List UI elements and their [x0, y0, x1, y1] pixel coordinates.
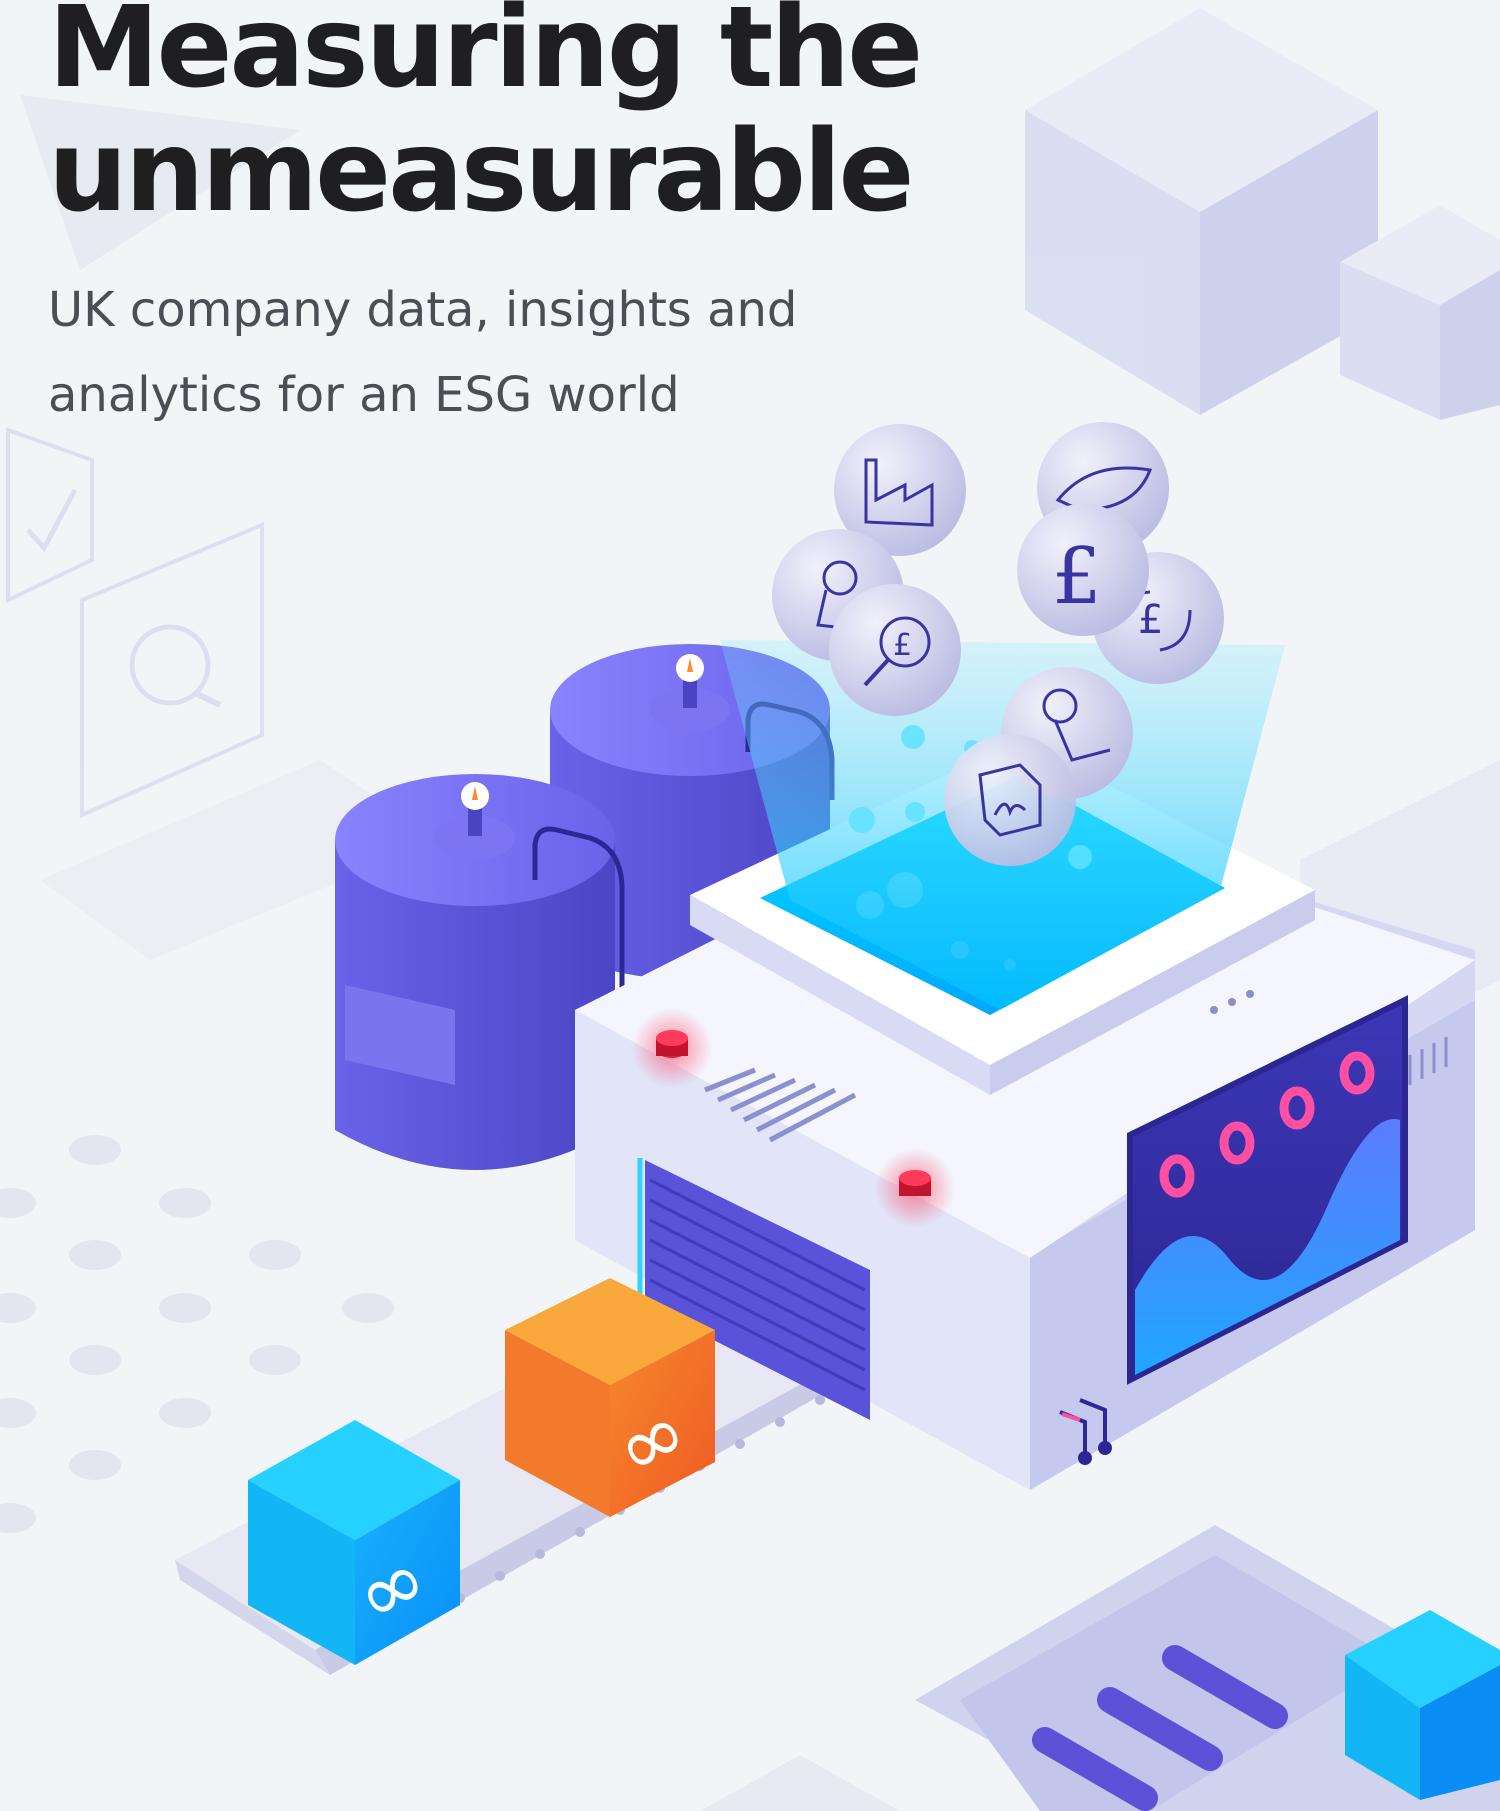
pound-sign-icon: £ — [1017, 504, 1149, 636]
hero-title-line-2: unmeasurable — [48, 107, 914, 237]
search-icon — [80, 522, 264, 819]
svg-text:£: £ — [1138, 597, 1163, 643]
signed-document-icon — [944, 734, 1076, 866]
hero-subtitle-line-1: UK company data, insights and — [48, 282, 798, 338]
background-cubes — [1025, 8, 1500, 420]
svg-text:£: £ — [1052, 532, 1102, 622]
hero-title-line-1: Measuring the — [48, 0, 923, 113]
pound-magnifier-icon: £ — [829, 584, 961, 716]
hero-title: Measuring the unmeasurable — [48, 0, 923, 237]
svg-text:£: £ — [893, 628, 912, 663]
hero-subtitle-line-2: analytics for an ESG world — [48, 367, 680, 423]
hero-page: £ £ £ ∞ ∞ Measuring the unmeasurable UK … — [0, 0, 1500, 1811]
checkbox-icon — [6, 427, 94, 604]
hero-subtitle: UK company data, insights and analytics … — [48, 268, 948, 438]
